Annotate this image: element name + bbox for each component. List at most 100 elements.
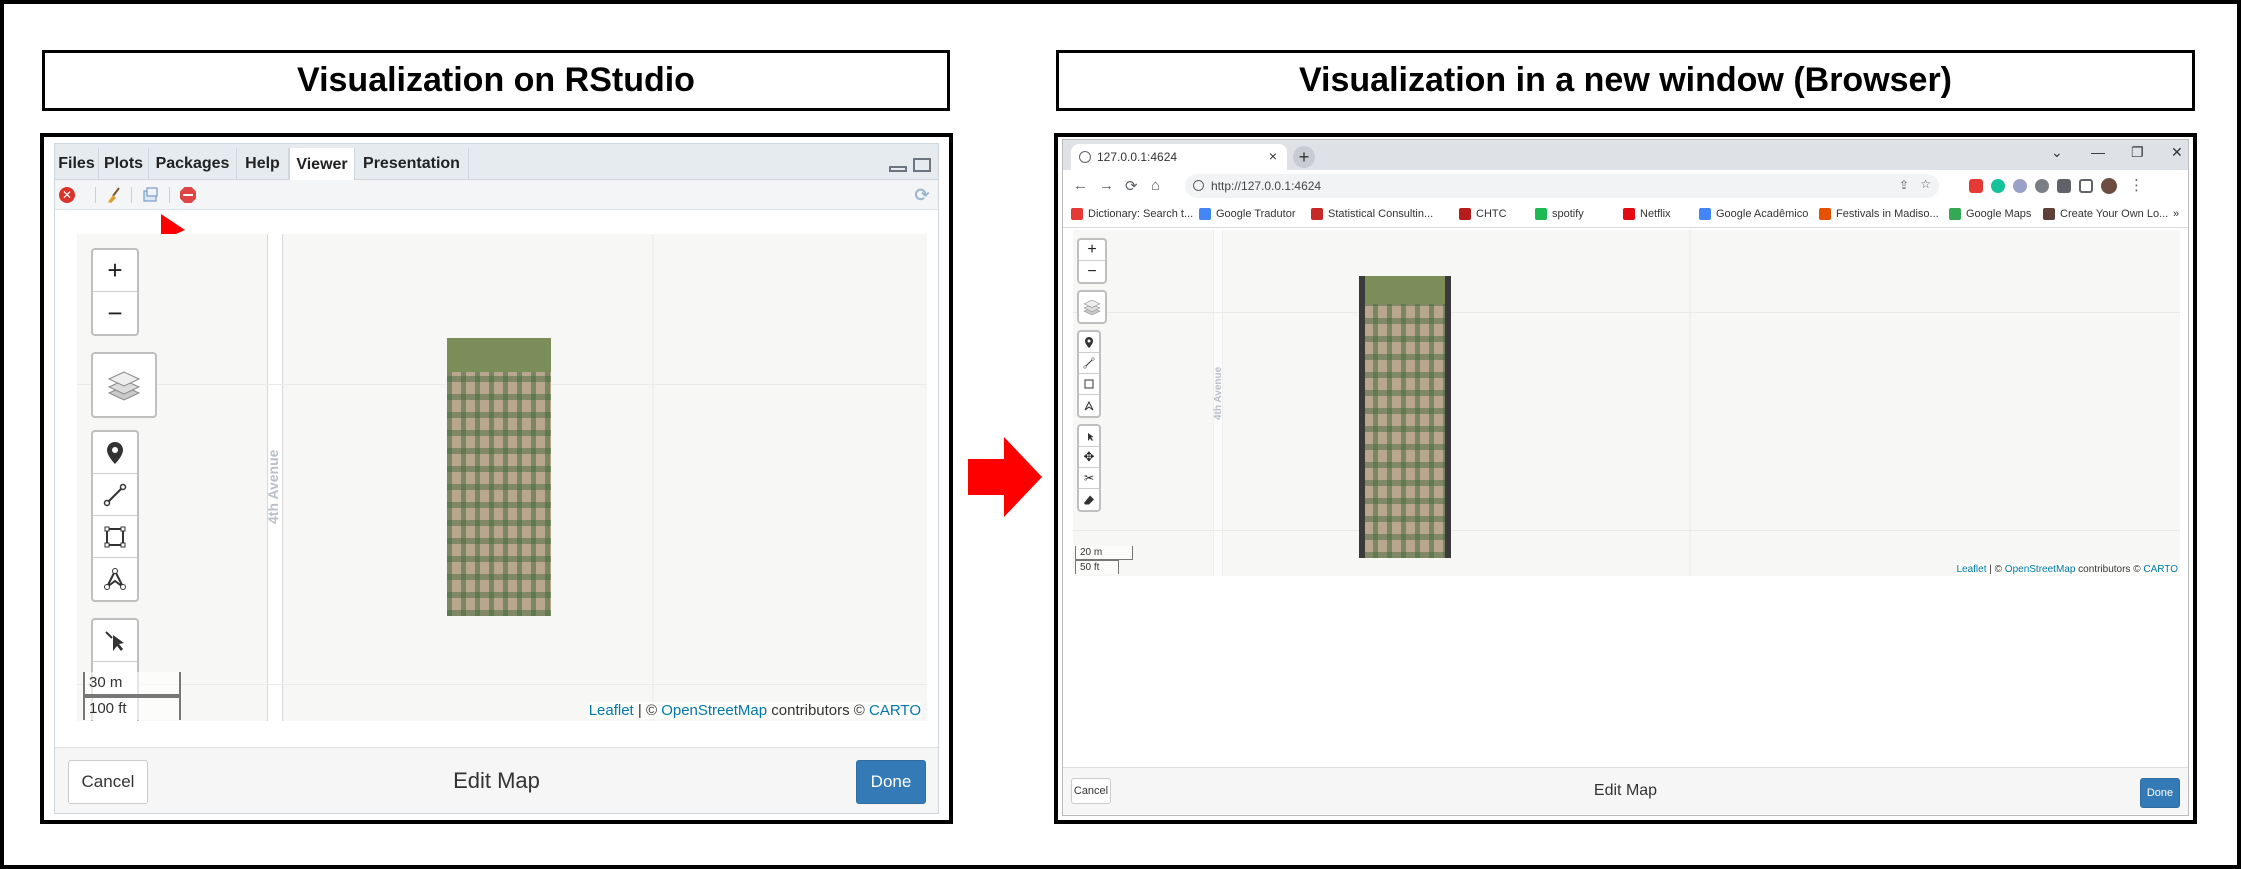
- home-icon[interactable]: ⌂: [1151, 177, 1160, 194]
- browser-tab[interactable]: 127.0.0.1:4624 ×: [1071, 144, 1287, 170]
- bookmark-label: Dictionary: Search t...: [1088, 208, 1194, 220]
- reload-icon[interactable]: ⟳: [1125, 177, 1138, 195]
- bookmark-label: Create Your Own Lo...: [2060, 208, 2169, 220]
- draw-polyline-icon[interactable]: [93, 474, 137, 516]
- tab-packages[interactable]: Packages: [149, 148, 237, 180]
- edit-map-footer: Cancel Edit Map Done: [55, 747, 938, 813]
- layers-icon[interactable]: [1079, 292, 1105, 322]
- edit-delete-eraser-icon[interactable]: [1079, 489, 1099, 510]
- browser-menu-icon[interactable]: ⋮: [2129, 176, 2144, 194]
- bookmark-item[interactable]: Festivals in Madiso...: [1819, 208, 1939, 220]
- carto-link[interactable]: CARTO: [869, 702, 921, 719]
- refresh-icon[interactable]: ⟳: [913, 185, 931, 205]
- profile-avatar[interactable]: [2101, 178, 2117, 194]
- extensions-puzzle-icon[interactable]: [2057, 179, 2071, 193]
- tab-files[interactable]: Files: [55, 148, 99, 180]
- stop-icon[interactable]: [179, 186, 197, 204]
- layers-control: [1077, 290, 1107, 324]
- bookmark-item[interactable]: CHTC: [1459, 208, 1507, 220]
- side-panel-icon[interactable]: [2079, 179, 2093, 193]
- close-tab-icon[interactable]: ×: [1269, 148, 1277, 164]
- draw-polygon-icon[interactable]: [1079, 395, 1099, 416]
- browser-window: 127.0.0.1:4624 × + ⌄ — ❐ ✕ ← → ⟳ ⌂ http:…: [1062, 139, 2189, 816]
- edit-select-icon[interactable]: [1079, 426, 1099, 447]
- address-bar[interactable]: http://127.0.0.1:4624 ⇪ ☆: [1185, 174, 1939, 198]
- drone-imagery-overlay: [447, 338, 551, 616]
- remove-viewer-icon[interactable]: ✕: [59, 187, 75, 203]
- leaflet-link[interactable]: Leaflet: [1956, 564, 1986, 575]
- zoom-in-button[interactable]: +: [93, 250, 137, 292]
- scale-bar-imperial: 100 ft: [83, 696, 181, 720]
- tab-presentation[interactable]: Presentation: [355, 148, 469, 180]
- carto-link[interactable]: CARTO: [2143, 564, 2178, 575]
- viewer-toolbar: ✕ ⟳: [55, 180, 938, 210]
- extension-icon[interactable]: [1969, 179, 1983, 193]
- zoom-out-button[interactable]: −: [1079, 261, 1105, 282]
- rstudio-panel: Files Plots Packages Help Viewer Present…: [40, 133, 953, 824]
- imagery-grass-strip: [447, 338, 551, 372]
- openstreetmap-link[interactable]: OpenStreetMap: [661, 702, 767, 719]
- street-road: [1689, 230, 1691, 576]
- edit-cut-icon[interactable]: ✂: [1079, 468, 1099, 489]
- bookmark-item[interactable]: Google Maps: [1949, 208, 2031, 220]
- bookmark-item[interactable]: Google Acadêmico: [1699, 208, 1808, 220]
- bookmarks-bar: Dictionary: Search t... Google Tradutor St…: [1063, 202, 2188, 228]
- draw-polygon-icon[interactable]: [93, 558, 137, 600]
- tab-viewer[interactable]: Viewer: [289, 148, 355, 181]
- bookmark-label: CHTC: [1476, 208, 1507, 220]
- draw-polyline-icon[interactable]: [1079, 353, 1099, 374]
- tab-help[interactable]: Help: [237, 148, 289, 180]
- leaflet-map[interactable]: 4th Avenue + −: [1073, 230, 2180, 576]
- share-icon[interactable]: ⇪: [1899, 178, 1909, 192]
- done-button[interactable]: Done: [856, 760, 926, 804]
- done-button[interactable]: Done: [2140, 778, 2180, 808]
- close-window-icon[interactable]: ✕: [2171, 144, 2183, 161]
- layers-icon[interactable]: [93, 354, 155, 416]
- draw-rectangle-icon[interactable]: [93, 516, 137, 558]
- address-url: http://127.0.0.1:4624: [1211, 179, 1322, 193]
- edit-move-icon[interactable]: ✥: [1079, 447, 1099, 468]
- attribution-contributors: contributors ©: [767, 702, 870, 719]
- minimize-window-icon[interactable]: —: [2091, 144, 2105, 160]
- layers-control: [91, 352, 157, 418]
- minimize-pane-icon[interactable]: [889, 166, 907, 172]
- bookmark-star-icon[interactable]: ☆: [1920, 177, 1931, 191]
- zoom-in-button[interactable]: +: [1079, 240, 1105, 261]
- site-info-icon[interactable]: [1193, 180, 1204, 191]
- bookmark-label: Google Acadêmico: [1716, 208, 1809, 220]
- leaflet-map[interactable]: 4th Avenue + −: [77, 234, 927, 721]
- zoom-out-button[interactable]: −: [93, 292, 137, 334]
- edit-select-icon[interactable]: [93, 620, 137, 662]
- draw-marker-icon[interactable]: [1079, 332, 1099, 353]
- back-icon[interactable]: ←: [1073, 177, 1088, 194]
- bookmark-item[interactable]: Netflix: [1623, 208, 1671, 220]
- bookmark-item[interactable]: Dictionary: Search t...: [1071, 208, 1193, 220]
- bookmark-item[interactable]: spotify: [1535, 208, 1584, 220]
- clear-broom-icon[interactable]: [105, 186, 123, 204]
- tab-search-icon[interactable]: ⌄: [2051, 144, 2063, 161]
- maximize-pane-icon[interactable]: [913, 158, 931, 172]
- bookmarks-overflow-icon[interactable]: »: [2173, 208, 2179, 220]
- tab-plots[interactable]: Plots: [99, 148, 149, 180]
- bookmark-item[interactable]: Statistical Consultin...: [1311, 208, 1433, 220]
- draw-rectangle-icon[interactable]: [1079, 374, 1099, 395]
- edit-map-title: Edit Map: [453, 768, 540, 793]
- restore-window-icon[interactable]: ❐: [2131, 144, 2144, 161]
- forward-icon[interactable]: →: [1099, 177, 1114, 194]
- new-tab-button[interactable]: +: [1293, 146, 1315, 168]
- extension-icon[interactable]: [2035, 179, 2049, 193]
- extension-icon[interactable]: [1991, 179, 2005, 193]
- draw-marker-icon[interactable]: [93, 432, 137, 474]
- globe-icon: [1079, 151, 1091, 163]
- scale-bar-metric: 20 m: [1075, 546, 1133, 560]
- bookmark-item[interactable]: Create Your Own Lo...: [2043, 208, 2168, 220]
- openstreetmap-link[interactable]: OpenStreetMap: [2005, 564, 2076, 575]
- extension-icon[interactable]: [2013, 179, 2027, 193]
- bookmark-favicon-icon: [1459, 208, 1471, 220]
- bookmark-item[interactable]: Google Tradutor: [1199, 208, 1296, 220]
- drone-imagery-overlay: [1359, 276, 1451, 558]
- browser-panel: 127.0.0.1:4624 × + ⌄ — ❐ ✕ ← → ⟳ ⌂ http:…: [1054, 133, 2197, 824]
- imagery-shadow-edge: [1359, 276, 1365, 558]
- show-in-new-window-icon[interactable]: [141, 186, 159, 204]
- leaflet-link[interactable]: Leaflet: [589, 702, 634, 719]
